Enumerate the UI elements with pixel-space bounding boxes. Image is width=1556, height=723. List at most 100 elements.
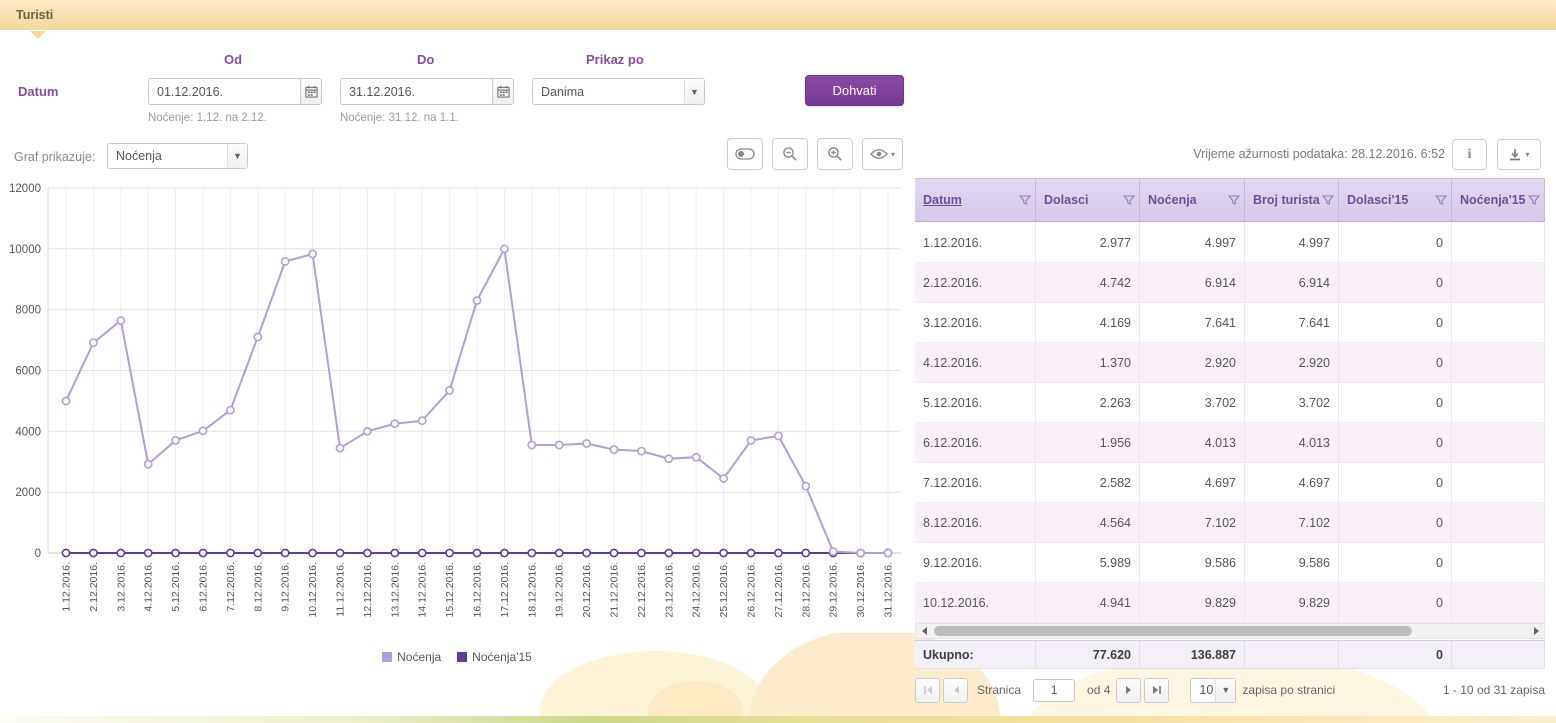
svg-text:10000: 10000 (9, 244, 41, 256)
table-cell: 0 (1339, 343, 1452, 382)
table-row[interactable]: 5.12.2016.2.2633.7023.7020 (915, 383, 1545, 423)
toggle-icon (735, 148, 755, 160)
table-cell (1452, 583, 1545, 622)
eye-icon (870, 148, 888, 160)
export-button[interactable]: ▾ (1497, 139, 1541, 170)
table-row[interactable]: 2.12.2016.4.7426.9146.9140 (915, 263, 1545, 303)
totals-cell: 136.887 (1140, 641, 1245, 668)
decoration-ellipse (648, 681, 743, 723)
svg-text:6.12.2016.: 6.12.2016. (198, 562, 210, 612)
page-size-label: zapisa po stranici (1242, 683, 1335, 697)
next-page-button[interactable] (1116, 678, 1141, 703)
svg-text:11.12.2016.: 11.12.2016. (335, 562, 347, 617)
legend-item[interactable]: Noćenja (382, 650, 441, 664)
table-row[interactable]: 3.12.2016.4.1697.6417.6410 (915, 303, 1545, 343)
table-cell: 9.586 (1140, 543, 1245, 582)
table-cell: 9.829 (1245, 583, 1339, 622)
table-cell: 3.12.2016. (915, 303, 1036, 342)
page-size-value: 10 (1191, 683, 1215, 697)
table-row[interactable]: 8.12.2016.4.5647.1027.1020 (915, 503, 1545, 543)
filter-icon[interactable] (1228, 194, 1240, 206)
prikaz-po-select[interactable]: Danima ▼ (532, 78, 705, 105)
tab-turisti[interactable]: Turisti (16, 8, 53, 22)
date-to-input[interactable] (340, 78, 492, 105)
table-cell: 0 (1339, 303, 1452, 342)
table-cell: 0 (1339, 543, 1452, 582)
scroll-left-button[interactable] (916, 624, 932, 638)
table-cell: 1.370 (1036, 343, 1140, 382)
column-header-dolasci-15[interactable]: Dolasci'15 (1339, 179, 1452, 221)
svg-text:18.12.2016.: 18.12.2016. (526, 562, 538, 617)
chart-toggle-button[interactable] (727, 138, 763, 170)
chevron-down-icon: ▼ (1215, 679, 1235, 702)
zoom-out-icon (782, 146, 798, 162)
next-page-icon (1124, 685, 1134, 695)
svg-text:2.12.2016.: 2.12.2016. (88, 562, 100, 612)
table-row[interactable]: 6.12.2016.1.9564.0134.0130 (915, 423, 1545, 463)
table-cell: 2.582 (1036, 463, 1140, 502)
column-header-broj-turista[interactable]: Broj turista (1245, 179, 1339, 221)
table-cell: 2.263 (1036, 383, 1140, 422)
svg-text:4000: 4000 (15, 426, 41, 438)
table-row[interactable]: 7.12.2016.2.5824.6974.6970 (915, 463, 1545, 503)
top-tab-bar: Turisti (0, 0, 1556, 30)
scroll-right-button[interactable] (1528, 624, 1544, 638)
table-cell: 4.697 (1140, 463, 1245, 502)
previous-page-button[interactable] (943, 678, 968, 703)
first-page-button[interactable] (915, 678, 940, 703)
svg-text:13.12.2016.: 13.12.2016. (389, 562, 401, 617)
svg-text:26.12.2016.: 26.12.2016. (746, 562, 758, 617)
legend-item[interactable]: Noćenja'15 (457, 650, 532, 664)
dohvati-button[interactable]: Dohvati (805, 75, 904, 106)
table-cell: 4.941 (1036, 583, 1140, 622)
date-from-input[interactable] (148, 78, 300, 105)
line-chart[interactable]: 0200040006000800010000120001.12.2016.2.1… (8, 182, 906, 642)
column-header-dolasci[interactable]: Dolasci (1036, 179, 1140, 221)
table-row[interactable]: 4.12.2016.1.3702.9202.9200 (915, 343, 1545, 383)
chevron-down-icon: ▼ (227, 144, 247, 168)
left-arrow-icon (922, 627, 927, 635)
legend-label: Noćenja (397, 650, 441, 664)
info-button[interactable]: i (1452, 139, 1487, 170)
column-header-no-enja[interactable]: Noćenja (1140, 179, 1245, 221)
svg-text:12.12.2016.: 12.12.2016. (362, 562, 374, 617)
filter-icon[interactable] (1322, 194, 1334, 206)
graph-series-select[interactable]: Noćenja ▼ (107, 143, 248, 169)
calendar-from-button[interactable] (300, 78, 322, 105)
date-from-group (148, 78, 322, 105)
filter-icon[interactable] (1435, 194, 1447, 206)
svg-text:12000: 12000 (9, 183, 41, 195)
zoom-in-icon (827, 146, 843, 162)
page-count-label: od 4 (1087, 683, 1110, 697)
page-size-select[interactable]: 10 ▼ (1190, 678, 1236, 703)
svg-text:24.12.2016.: 24.12.2016. (691, 562, 703, 617)
zoom-in-button[interactable] (817, 138, 853, 170)
chevron-down-icon: ▾ (891, 150, 895, 159)
calendar-to-button[interactable] (492, 78, 514, 105)
column-header-datum[interactable]: Datum (915, 179, 1036, 221)
table-cell: 7.102 (1245, 503, 1339, 542)
table-cell: 7.102 (1140, 503, 1245, 542)
table-cell: 0 (1339, 383, 1452, 422)
filter-icon[interactable] (1528, 194, 1540, 206)
last-page-button[interactable] (1144, 678, 1169, 703)
download-icon (1508, 148, 1522, 162)
page-number-input[interactable] (1033, 679, 1075, 702)
zoom-out-button[interactable] (772, 138, 808, 170)
column-header-label: Dolasci (1044, 193, 1088, 207)
filter-icon[interactable] (1123, 194, 1135, 206)
visibility-menu-button[interactable]: ▾ (862, 138, 903, 170)
table-row[interactable]: 1.12.2016.2.9774.9974.9970 (915, 223, 1545, 263)
totals-cell (1452, 641, 1545, 668)
svg-text:8.12.2016.: 8.12.2016. (252, 562, 264, 612)
table-row[interactable]: 10.12.2016.4.9419.8299.8290 (915, 583, 1545, 623)
scrollbar-thumb[interactable] (934, 626, 1412, 636)
horizontal-scrollbar[interactable] (915, 623, 1545, 639)
do-label: Do (417, 52, 434, 67)
filter-icon[interactable] (1019, 194, 1031, 206)
table-cell: 9.829 (1140, 583, 1245, 622)
table-cell: 0 (1339, 463, 1452, 502)
column-header-no-enja-15[interactable]: Noćenja'15 (1452, 179, 1545, 221)
table-row[interactable]: 9.12.2016.5.9899.5869.5860 (915, 543, 1545, 583)
table-cell (1452, 383, 1545, 422)
